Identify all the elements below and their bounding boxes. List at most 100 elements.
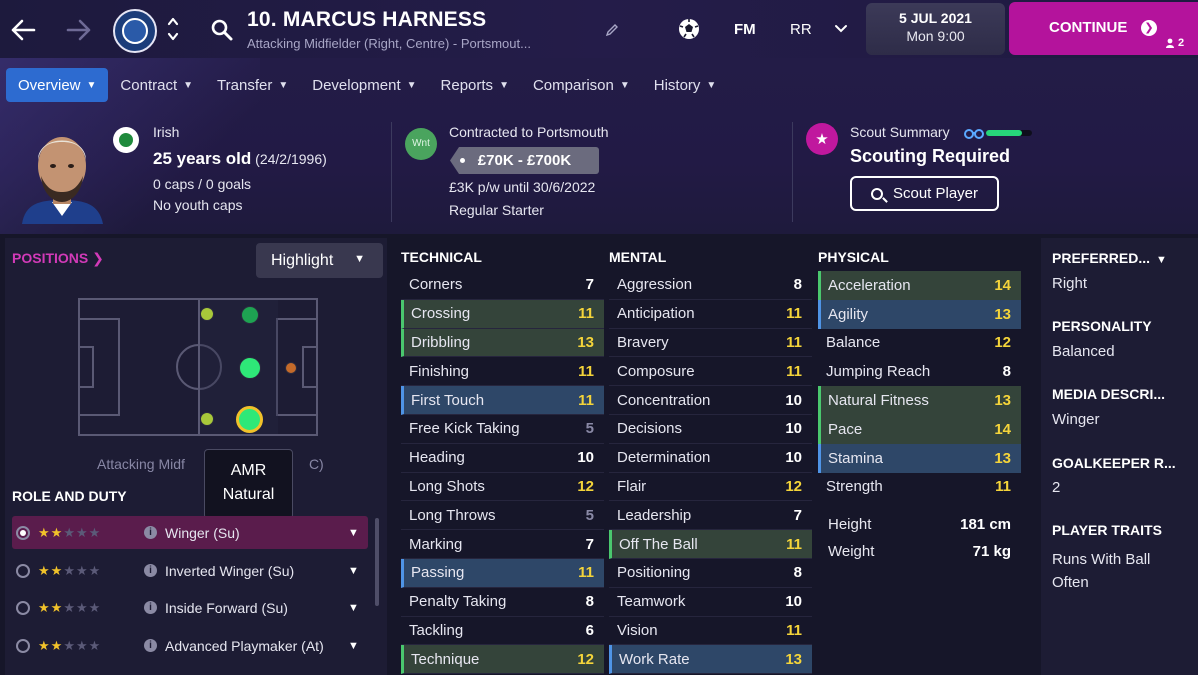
tab-overview[interactable]: Overview ▼: [6, 68, 109, 102]
attribute-row[interactable]: Concentration 10: [609, 386, 812, 415]
attribute-row[interactable]: Composure 11: [609, 357, 812, 387]
tab-reports[interactable]: Reports ▼: [429, 68, 521, 102]
attribute-value: 13: [994, 392, 1011, 410]
attribute-name: Stamina: [828, 449, 884, 467]
attribute-row[interactable]: Strength 11: [818, 473, 1021, 502]
role-radio[interactable]: [16, 638, 30, 653]
info-icon[interactable]: i: [144, 639, 157, 652]
chevron-down-icon[interactable]: ▼: [348, 602, 368, 614]
attribute-row[interactable]: Positioning 8: [609, 559, 812, 588]
attribute-row[interactable]: Acceleration 14: [818, 271, 1021, 300]
position-dot-ml[interactable]: [200, 412, 214, 426]
tab-comparison[interactable]: Comparison ▼: [521, 68, 642, 102]
attribute-row[interactable]: Stamina 13: [818, 443, 1021, 473]
attribute-row[interactable]: Anticipation 11: [609, 300, 812, 329]
attribute-row[interactable]: Off The Ball 11: [609, 530, 812, 559]
attribute-row[interactable]: Work Rate 13: [609, 645, 812, 675]
positions-header[interactable]: POSITIONS ❯: [12, 250, 104, 267]
role-row[interactable]: ★★★★★ i Inside Forward (Su) ▼: [12, 591, 368, 624]
match-button[interactable]: [676, 16, 702, 42]
manager-menu-toggle[interactable]: [832, 20, 850, 38]
position-dot-amc[interactable]: [239, 357, 261, 379]
forward-button[interactable]: [64, 16, 94, 44]
attribute-row[interactable]: Free Kick Taking 5: [401, 415, 604, 444]
role-radio[interactable]: [16, 525, 30, 540]
role-radio[interactable]: [16, 600, 30, 615]
attribute-row[interactable]: Agility 13: [818, 299, 1021, 329]
position-dot-st[interactable]: [285, 362, 297, 374]
manager-initials[interactable]: RR: [790, 21, 812, 38]
chevron-down-icon: ▼: [86, 79, 97, 91]
attribute-row[interactable]: Jumping Reach 8: [818, 357, 1021, 386]
position-dot-mr[interactable]: [200, 307, 214, 321]
weight-row: Weight 71 kg: [818, 538, 1021, 565]
attribute-value: 12: [994, 334, 1011, 352]
position-dot-stcr[interactable]: [241, 306, 259, 324]
attribute-row[interactable]: Long Throws 5: [401, 501, 604, 531]
info-icon[interactable]: i: [144, 526, 157, 539]
chevron-down-icon: ▼: [619, 79, 630, 91]
attribute-row[interactable]: Corners 7: [401, 271, 604, 300]
tab-transfer[interactable]: Transfer ▼: [205, 68, 300, 102]
attribute-value: 11: [995, 478, 1011, 496]
attribute-row[interactable]: Tackling 6: [401, 617, 604, 646]
info-icon[interactable]: i: [144, 564, 157, 577]
tab-contract[interactable]: Contract ▼: [108, 68, 205, 102]
chevron-down-icon[interactable]: ▼: [348, 565, 368, 577]
scout-player-button[interactable]: Scout Player: [850, 176, 999, 211]
attribute-name: Free Kick Taking: [409, 420, 520, 438]
roles-scrollbar[interactable]: [375, 518, 379, 606]
tab-history[interactable]: History ▼: [642, 68, 729, 102]
attribute-row[interactable]: Decisions 10: [609, 415, 812, 444]
back-button[interactable]: [8, 16, 38, 44]
date-display[interactable]: 5 JUL 2021 Mon 9:00: [866, 3, 1005, 55]
attribute-row[interactable]: Crossing 11: [401, 299, 604, 329]
binoculars-icon: [964, 129, 984, 139]
attribute-row[interactable]: Heading 10: [401, 444, 604, 473]
attribute-row[interactable]: Penalty Taking 8: [401, 588, 604, 617]
physical-list: Acceleration 14 Agility 13 Balance 12 Jumping …: [818, 271, 1021, 501]
attribute-name: Decisions: [617, 420, 683, 438]
attribute-row[interactable]: Marking 7: [401, 530, 604, 559]
attribute-row[interactable]: Finishing 11: [401, 357, 604, 387]
attribute-name: Determination: [617, 449, 711, 467]
tab-development[interactable]: Development ▼: [300, 68, 428, 102]
continue-button[interactable]: CONTINUE ❯ 2: [1009, 2, 1198, 55]
position-dot-amr[interactable]: [236, 406, 263, 433]
attribute-row[interactable]: Technique 12: [401, 645, 604, 675]
highlight-dropdown[interactable]: Highlight ▼: [256, 243, 383, 278]
fm-menu-button[interactable]: FM: [734, 21, 756, 38]
attribute-row[interactable]: Balance 12: [818, 329, 1021, 358]
role-radio[interactable]: [16, 563, 30, 578]
attribute-row[interactable]: Passing 11: [401, 558, 604, 588]
attribute-row[interactable]: Bravery 11: [609, 329, 812, 358]
attribute-row[interactable]: Pace 14: [818, 414, 1021, 444]
club-badge[interactable]: [113, 9, 157, 53]
chevron-down-icon[interactable]: ▼: [348, 527, 368, 539]
attribute-value: 10: [785, 593, 802, 611]
attribute-row[interactable]: Teamwork 10: [609, 588, 812, 617]
attribute-row[interactable]: Flair 12: [609, 473, 812, 502]
info-icon[interactable]: i: [144, 601, 157, 614]
attribute-row[interactable]: Natural Fitness 13: [818, 386, 1021, 415]
attribute-row[interactable]: Determination 10: [609, 444, 812, 473]
caps: 0 caps / 0 goals: [153, 176, 252, 192]
attribute-row[interactable]: Aggression 8: [609, 271, 812, 300]
role-row[interactable]: ★★★★★ i Advanced Playmaker (At) ▼: [12, 629, 368, 662]
height-label: Height: [828, 516, 872, 534]
chevron-down-icon[interactable]: ▼: [348, 640, 368, 652]
attribute-row[interactable]: Dribbling 13: [401, 328, 604, 358]
attribute-row[interactable]: Leadership 7: [609, 501, 812, 531]
role-row[interactable]: ★★★★★ i Winger (Su) ▼: [12, 516, 368, 549]
attribute-row[interactable]: Vision 11: [609, 617, 812, 646]
search-button[interactable]: [208, 16, 236, 44]
attribute-name: Passing: [411, 564, 465, 582]
role-row[interactable]: ★★★★★ i Inverted Winger (Su) ▼: [12, 554, 368, 587]
player-switcher[interactable]: [162, 12, 184, 46]
preferred-foot-header[interactable]: PREFERRED... ▼: [1052, 250, 1167, 266]
club-crest-icon: [122, 18, 148, 44]
attribute-name: Pace: [828, 420, 863, 438]
attribute-row[interactable]: Long Shots 12: [401, 473, 604, 502]
edit-button[interactable]: [602, 20, 622, 40]
attribute-row[interactable]: First Touch 11: [401, 386, 604, 415]
